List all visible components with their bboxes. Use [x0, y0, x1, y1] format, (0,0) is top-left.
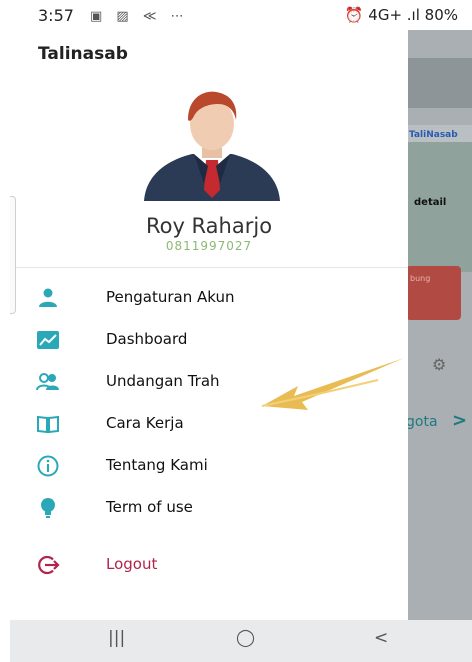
navigation-bar: ||| ◯ <: [10, 620, 472, 662]
phone-screen: 3:57 ▣ ▨ ≪ ⋯ ⏰ 4G+ .ıl 80% TaliNasab det…: [10, 0, 472, 662]
background-card-label: bung: [410, 274, 431, 283]
home-button[interactable]: ◯: [236, 628, 255, 648]
menu-label: Pengaturan Akun: [106, 288, 235, 306]
person-icon: [39, 288, 57, 307]
menu-label: Term of use: [106, 498, 193, 516]
profile-name: Roy Raharjo: [145, 214, 273, 238]
menu-label: Dashboard: [106, 330, 188, 348]
status-indicators: ⏰ 4G+ .ıl 80%: [344, 6, 458, 24]
avatar: [144, 91, 280, 201]
status-time: 3:57: [38, 6, 74, 25]
profile-phone: 0811997027: [165, 239, 253, 253]
people-icon: [36, 373, 59, 391]
drawer-edge-handle[interactable]: [10, 196, 16, 314]
background-detail-label: detail: [414, 197, 447, 208]
divider: [10, 267, 408, 268]
navigation-drawer: Talinasab Roy Raharjo 0811997027 Pengatu…: [10, 30, 408, 620]
menu-item-term-of-use[interactable]: Term of use: [10, 488, 408, 528]
pointer-arrow-icon: [261, 358, 404, 410]
background-app: TaliNasab detail bung ⚙ gota >: [406, 30, 472, 620]
bulb-icon: [41, 498, 55, 518]
logout-icon: [38, 555, 60, 575]
drawer-title: Talinasab: [38, 44, 128, 64]
chevron-right-icon: >: [452, 410, 468, 431]
status-bar: 3:57 ▣ ▨ ≪ ⋯ ⏰ 4G+ .ıl 80%: [10, 0, 472, 30]
recents-button[interactable]: |||: [108, 628, 125, 648]
menu-label: Tentang Kami: [106, 456, 208, 474]
notification-icons: ▣ ▨ ≪ ⋯: [90, 9, 189, 24]
menu-label: Undangan Trah: [106, 372, 220, 390]
background-anggota-label: gota: [406, 414, 438, 430]
gear-icon: ⚙: [432, 355, 447, 374]
menu-label: Cara Kerja: [106, 414, 184, 432]
background-header: [408, 58, 472, 108]
back-button[interactable]: <: [374, 628, 388, 648]
logout-button[interactable]: Logout: [10, 545, 408, 585]
chart-icon: [37, 331, 59, 349]
menu-item-tentang-kami[interactable]: Tentang Kami: [10, 446, 408, 486]
logout-label: Logout: [106, 555, 158, 573]
menu-item-pengaturan-akun[interactable]: Pengaturan Akun: [10, 278, 408, 318]
book-icon: [37, 415, 59, 434]
info-icon: [37, 455, 59, 477]
